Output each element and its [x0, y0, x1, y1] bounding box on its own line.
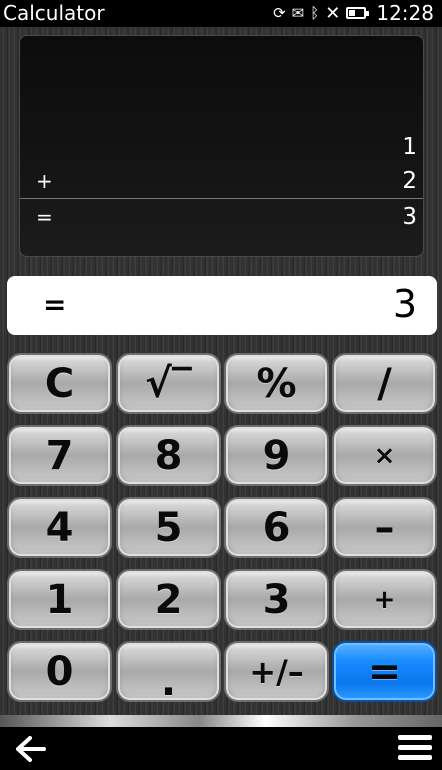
bottom-toolbar	[0, 727, 442, 770]
key-label: /	[377, 360, 392, 407]
status-bar: Calculator ⟳ ✉ ᛒ ✕ 12:28	[0, 0, 442, 27]
back-button[interactable]	[14, 733, 50, 765]
sign-toggle-button[interactable]: +/–	[224, 641, 329, 702]
key-label: 4	[45, 504, 74, 551]
result-display: = 3	[7, 276, 437, 335]
key-label: 7	[45, 432, 74, 479]
digit-9-button[interactable]: 9	[224, 425, 329, 486]
key-label: C	[44, 360, 75, 407]
tape-row: = 3	[20, 202, 423, 232]
battery-icon	[346, 7, 370, 19]
digit-7-button[interactable]: 7	[7, 425, 112, 486]
bluetooth-icon: ᛒ	[310, 4, 320, 22]
mail-icon: ✉	[291, 4, 305, 22]
tape-value: 3	[402, 204, 417, 230]
app-title: Calculator	[3, 1, 105, 25]
status-icons: ⟳ ✉ ᛒ ✕ 12:28	[273, 1, 434, 25]
tape-value: 2	[402, 168, 417, 194]
key-label: +/–	[249, 652, 304, 691]
tape-value: 1	[402, 134, 417, 160]
key-label: .	[160, 658, 177, 705]
menu-button[interactable]	[398, 735, 432, 763]
tape-operator: =	[36, 205, 53, 229]
key-label: %	[256, 360, 297, 407]
key-label: 0	[45, 648, 74, 695]
menu-icon	[398, 735, 432, 760]
sync-icon: ⟳	[273, 4, 286, 22]
key-label: 9	[262, 432, 291, 479]
divide-button[interactable]: /	[332, 353, 437, 414]
tape-divider	[20, 198, 423, 199]
digit-2-button[interactable]: 2	[116, 569, 221, 630]
subtract-button[interactable]: –	[332, 497, 437, 558]
key-label: 1	[45, 576, 74, 623]
digit-5-button[interactable]: 5	[116, 497, 221, 558]
add-button[interactable]: +	[332, 569, 437, 630]
key-label: 3	[262, 576, 291, 623]
display-value: 3	[392, 282, 417, 326]
clock: 12:28	[376, 1, 434, 25]
digit-6-button[interactable]: 6	[224, 497, 329, 558]
key-label: √‾	[145, 360, 192, 407]
digit-1-button[interactable]: 1	[7, 569, 112, 630]
key-label: 2	[154, 576, 183, 623]
square-root-button[interactable]: √‾	[116, 353, 221, 414]
key-label: +	[373, 584, 396, 615]
digit-4-button[interactable]: 4	[7, 497, 112, 558]
key-label: –	[374, 504, 395, 551]
back-arrow-icon	[16, 736, 46, 762]
display-operator: =	[43, 288, 67, 321]
digit-8-button[interactable]: 8	[116, 425, 221, 486]
key-label: 6	[262, 504, 291, 551]
history-tape: 1 + 2 = 3	[19, 35, 424, 257]
tape-row: 1	[20, 132, 423, 162]
no-signal-icon: ✕	[325, 2, 341, 24]
digit-0-button[interactable]: 0	[7, 641, 112, 702]
key-label: 8	[154, 432, 183, 479]
decimal-point-button[interactable]: .	[116, 641, 221, 705]
tape-operator: +	[36, 169, 53, 193]
clear-button[interactable]: C	[7, 353, 112, 414]
key-label: ×	[373, 440, 396, 471]
toolbar-sheen	[0, 715, 442, 727]
multiply-button[interactable]: ×	[332, 425, 437, 486]
key-label: =	[367, 648, 402, 695]
key-label: 5	[154, 504, 183, 551]
tape-row: + 2	[20, 166, 423, 196]
percent-button[interactable]: %	[224, 353, 329, 414]
equals-button[interactable]: =	[332, 641, 437, 702]
digit-3-button[interactable]: 3	[224, 569, 329, 630]
keypad: C √‾ % / 7 8 9 × 4 5 6 – 1 2 3 + 0 . +/–…	[0, 350, 442, 705]
